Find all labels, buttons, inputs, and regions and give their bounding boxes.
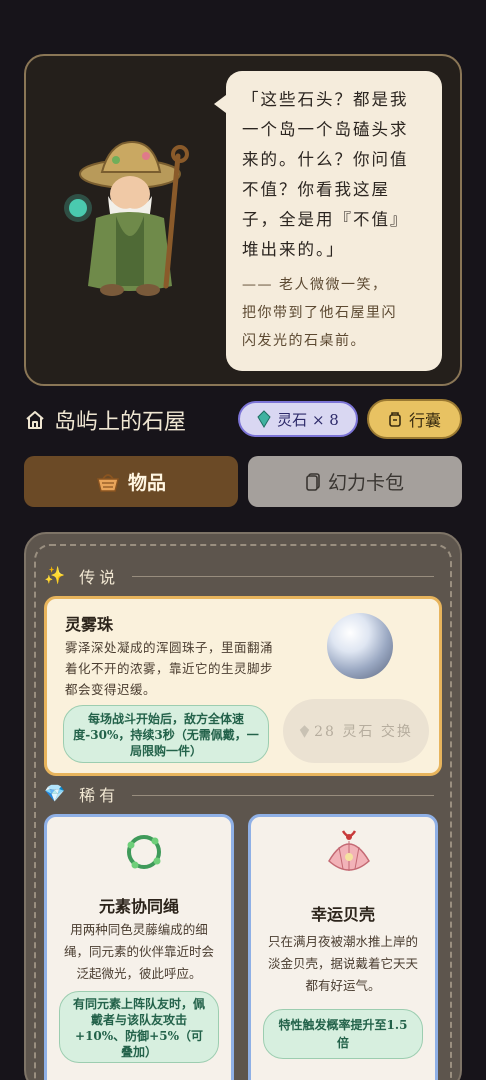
item-description: 只在满月夜被潮水推上岸的淡金贝壳，据说戴着它天天都有好运气。 bbox=[267, 934, 418, 993]
item-effect-badge: 每场战斗开始后，敌方全体速度-30%，持续3秒（无需佩戴，一局限购一件） bbox=[63, 705, 269, 763]
item-description: 用两种同色灵藤编成的细绳，同元素的伙伴靠近时会泛起微光，彼此呼应。 bbox=[63, 922, 214, 981]
old-man-npc-portrait bbox=[64, 140, 189, 296]
tab-items-label: 物品 bbox=[127, 472, 166, 494]
spirit-stone-icon bbox=[299, 724, 310, 738]
sparkles-icon: ✨ bbox=[44, 566, 70, 586]
location-header: 岛屿上的石屋 灵石 × 8 行囊 bbox=[24, 398, 462, 442]
tab-card-pack-label: 幻力卡包 bbox=[327, 472, 404, 494]
section-header-rare: 💎 稀有 bbox=[44, 782, 119, 806]
section-divider bbox=[132, 576, 434, 577]
basket-icon bbox=[97, 473, 119, 492]
legendary-item-card[interactable]: 灵雾珠 雾泽深处凝成的浑圆珠子，里面翻涌着化不开的浓雾，靠近它的生灵脚步都会变得… bbox=[44, 596, 442, 776]
section-divider bbox=[132, 795, 434, 796]
mist-orb-image bbox=[327, 613, 393, 679]
rare-item-card[interactable]: 元素协同绳 用两种同色灵藤编成的细绳，同元素的伙伴靠近时会泛起微光，彼此呼应。 … bbox=[44, 814, 234, 1080]
page-title: 岛屿上的石屋 bbox=[54, 410, 187, 435]
lucky-shell-image bbox=[328, 830, 370, 871]
item-name: 幸运贝壳 bbox=[310, 905, 375, 924]
spirit-stone-count: 灵石 × 8 bbox=[277, 410, 339, 429]
item-effect-badge: 特性触发概率提升至1.5倍 bbox=[263, 1009, 423, 1059]
item-effect-badge: 有同元素上阵队友时，佩戴者与该队友攻击+10%、防御+5%（可叠加） bbox=[59, 991, 219, 1063]
bag-button-label: 行囊 bbox=[408, 411, 441, 430]
narration-text: —— 老人微微一笑， 把你带到了他石屋里闪 闪发光的石桌前。 bbox=[242, 277, 397, 349]
npc-dialog-panel: 「这些石头？都是我 一个岛一个岛磕头求 来的。什么？你问值 不值？你看我这屋 子… bbox=[24, 54, 462, 386]
rare-item-card[interactable]: 幸运贝壳 只在满月夜被潮水推上岸的淡金贝壳，据说戴着它天天都有好运气。 特性触发… bbox=[248, 814, 438, 1080]
speech-bubble: 「这些石头？都是我 一个岛一个岛磕头求 来的。什么？你问值 不值？你看我这屋 子… bbox=[214, 71, 442, 371]
tab-card-pack[interactable]: 幻力卡包 bbox=[248, 456, 462, 507]
card-pack-icon bbox=[306, 472, 320, 491]
exchange-button[interactable]: 28 灵石 交换 bbox=[283, 699, 429, 763]
vine-bracelet-image bbox=[127, 835, 161, 869]
section-title-rare: 稀有 bbox=[79, 786, 120, 805]
section-header-legendary: ✨ 传说 bbox=[44, 564, 119, 588]
tab-items[interactable]: 物品 bbox=[24, 456, 238, 507]
item-description: 雾泽深处凝成的浑圆珠子，里面翻涌着化不开的浓雾，靠近它的生灵脚步都会变得迟缓。 bbox=[65, 640, 274, 697]
spirit-stone-icon bbox=[257, 410, 271, 428]
gem-icon: 💎 bbox=[44, 784, 70, 804]
item-name: 灵雾珠 bbox=[65, 615, 114, 634]
bag-button[interactable]: 行囊 bbox=[367, 399, 462, 439]
npc-quote: 「这些石头？都是我 一个岛一个岛磕头求 来的。什么？你问值 不值？你看我这屋 子… bbox=[242, 90, 409, 259]
home-icon bbox=[26, 411, 44, 429]
exchange-button-label: 28 灵石 交换 bbox=[314, 724, 413, 740]
item-name: 元素协同绳 bbox=[98, 897, 179, 916]
bag-icon bbox=[389, 412, 401, 427]
section-title-legendary: 传说 bbox=[79, 568, 120, 587]
spirit-stone-counter: 灵石 × 8 bbox=[238, 401, 358, 437]
